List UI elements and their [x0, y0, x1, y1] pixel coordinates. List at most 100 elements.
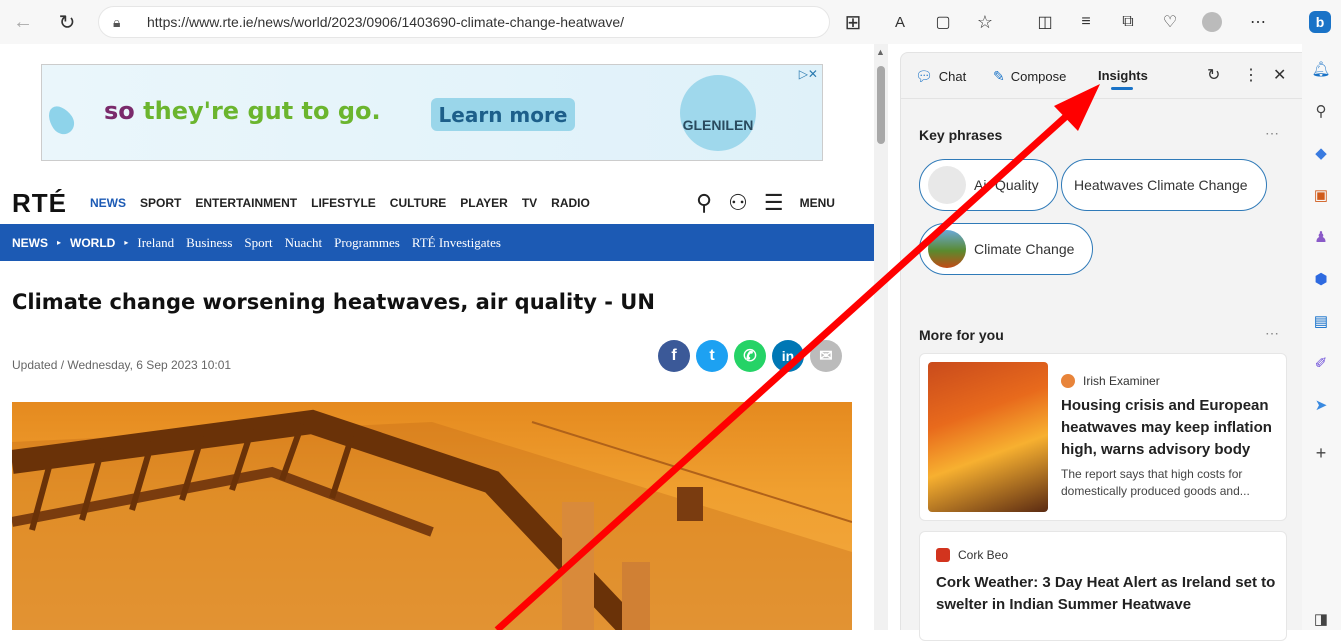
url-text: https://www.rte.ie/news/world/2023/0906/… [147, 14, 625, 30]
menu-label[interactable]: MENU [800, 196, 835, 210]
whatsapp-icon[interactable]: ✆ [734, 340, 766, 372]
web-page: so they're gut to go. Learn more GLENILE… [0, 44, 874, 630]
profile-avatar[interactable] [1197, 7, 1227, 37]
irish-examiner-icon [1061, 374, 1075, 388]
nav-tv[interactable]: TV [522, 196, 537, 210]
more-vertical-icon[interactable]: ⋮ [1243, 65, 1259, 85]
outlook-icon[interactable]: ▤ [1312, 312, 1330, 330]
glenilen-logo: GLENILEN [680, 75, 756, 151]
article-hero-image [12, 402, 852, 630]
more-for-you-more-icon[interactable]: ⋯ [1265, 325, 1280, 342]
email-icon[interactable]: ✉ [810, 340, 842, 372]
nav-news[interactable]: NEWS [90, 196, 126, 210]
scrollbar-thumb[interactable] [877, 66, 885, 144]
cork-beo-icon [936, 548, 950, 562]
facebook-icon[interactable]: f [658, 340, 690, 372]
twitter-icon[interactable]: t [696, 340, 728, 372]
camera-icon [928, 166, 966, 204]
performance-icon[interactable]: ♡ [1155, 7, 1185, 37]
more-options-icon[interactable]: ⋯ [1243, 7, 1273, 37]
main-nav: RTÉ NEWS SPORT ENTERTAINMENT LIFESTYLE C… [0, 182, 874, 224]
card-source: Irish Examiner [1061, 374, 1277, 388]
news-card[interactable]: Cork Beo Cork Weather: 3 Day Heat Alert … [919, 531, 1287, 641]
back-icon[interactable]: ← [8, 7, 38, 37]
chip-label: Climate Change [974, 241, 1075, 257]
news-card[interactable]: Irish Examiner Housing crisis and Europe… [919, 353, 1287, 521]
tag-icon[interactable]: ◆ [1312, 144, 1330, 162]
office-icon[interactable]: ⬢ [1312, 270, 1330, 288]
linkedin-icon[interactable]: in [772, 340, 804, 372]
tab-compose[interactable]: ✎ Compose [993, 68, 1066, 85]
account-icon[interactable]: ⚇ [728, 190, 748, 216]
subnav-ireland[interactable]: Ireland [137, 235, 174, 251]
bell-icon[interactable]: 🔔︎ [1311, 60, 1330, 78]
subnav-sport[interactable]: Sport [244, 235, 272, 251]
climate-thumbnail [928, 230, 966, 268]
page-scrollbar[interactable]: ▲ [874, 44, 888, 630]
add-icon[interactable]: + [1312, 443, 1330, 463]
nav-lifestyle[interactable]: LIFESTYLE [311, 196, 376, 210]
sub-nav: NEWS ▸ WORLD ▸ Ireland Business Sport Nu… [0, 224, 874, 261]
search-icon[interactable]: ⚲ [696, 190, 712, 216]
close-icon[interactable]: ✕ [1273, 65, 1286, 85]
nav-sport[interactable]: SPORT [140, 196, 181, 210]
reload-icon[interactable]: ↻ [52, 7, 82, 37]
nav-radio[interactable]: RADIO [551, 196, 590, 210]
article-headline: Climate change worsening heatwaves, air … [12, 290, 655, 314]
games-icon[interactable]: ♟ [1312, 228, 1330, 246]
search-icon[interactable]: ⚲ [1312, 102, 1330, 120]
compose-icon: ✎ [993, 68, 1005, 84]
tab-chat-label: Chat [938, 69, 967, 84]
advertisement-banner[interactable]: so they're gut to go. Learn more GLENILE… [41, 64, 823, 161]
subnav-news[interactable]: NEWS [12, 236, 48, 250]
chip-climate-change[interactable]: Climate Change [919, 223, 1094, 275]
ad-slogan: so they're gut to go. [104, 97, 381, 125]
rte-logo[interactable]: RTÉ [12, 188, 67, 219]
copilot-icon[interactable]: b [1305, 7, 1335, 37]
card-source: Cork Beo [936, 548, 1276, 562]
subnav-programmes[interactable]: Programmes [334, 235, 400, 251]
article-updated: Updated / Wednesday, 6 Sep 2023 10:01 [12, 358, 232, 372]
tab-compose-label: Compose [1010, 69, 1067, 84]
drop-graphic [43, 101, 79, 139]
scroll-up-icon[interactable]: ▲ [876, 47, 885, 57]
chip-label: Heatwaves Climate Change [1074, 177, 1248, 193]
split-screen-icon[interactable]: ◫ [1030, 7, 1060, 37]
immersive-reader-icon[interactable]: ▢ [928, 7, 958, 37]
key-phrases-more-icon[interactable]: ⋯ [1265, 125, 1280, 142]
read-aloud-icon[interactable]: A [885, 7, 915, 37]
menu-icon[interactable]: ☰ [764, 190, 784, 216]
chip-heatwaves-climate-change[interactable]: Heatwaves Climate Change [1061, 159, 1267, 211]
send-icon[interactable]: ➤ [1312, 396, 1330, 414]
subnav-business[interactable]: Business [186, 235, 232, 251]
nav-entertainment[interactable]: ENTERTAINMENT [195, 196, 297, 210]
subnav-world[interactable]: WORLD [70, 236, 115, 250]
active-tab-indicator [1111, 87, 1133, 90]
favorite-star-icon[interactable]: ☆ [970, 7, 1000, 37]
designer-icon[interactable]: ✐ [1312, 354, 1330, 372]
subnav-nuacht[interactable]: Nuacht [285, 235, 323, 251]
browser-toolbar: ← ↻ 🔒︎ https://www.rte.ie/news/world/202… [0, 0, 1341, 44]
ad-slogan-part1: so [104, 97, 144, 125]
lock-icon: 🔒︎ [113, 13, 121, 30]
subnav-investigates[interactable]: RTÉ Investigates [412, 235, 501, 251]
refresh-icon[interactable]: ↻ [1207, 65, 1220, 85]
app-grid-icon[interactable]: ⊞ [838, 7, 868, 37]
favorites-icon[interactable]: ≡ [1071, 7, 1101, 37]
adchoices-icon[interactable]: ▷✕ [799, 67, 818, 81]
tab-insights[interactable]: Insights [1098, 68, 1148, 83]
card-title[interactable]: Housing crisis and European heatwaves ma… [1061, 395, 1277, 461]
nav-player[interactable]: PLAYER [460, 196, 508, 210]
learn-more-button[interactable]: Learn more [431, 98, 575, 131]
nav-culture[interactable]: CULTURE [390, 196, 446, 210]
chip-air-quality[interactable]: Air Quality [919, 159, 1058, 211]
tab-chat[interactable]: 💬︎ Chat [915, 68, 966, 85]
collections-icon[interactable]: ⧉ [1113, 7, 1143, 37]
sidebar-toggle-icon[interactable]: ◨ [1312, 610, 1330, 628]
address-bar[interactable]: 🔒︎ https://www.rte.ie/news/world/2023/09… [98, 6, 830, 38]
tools-icon[interactable]: ▣ [1312, 186, 1330, 204]
key-phrases-title: Key phrases [919, 127, 1003, 143]
card-title[interactable]: Cork Weather: 3 Day Heat Alert as Irelan… [936, 572, 1276, 616]
sidebar-tabs: 💬︎ Chat ✎ Compose Insights ↻ ⋮ ✕ [901, 53, 1303, 99]
bridge-illustration [12, 409, 852, 630]
